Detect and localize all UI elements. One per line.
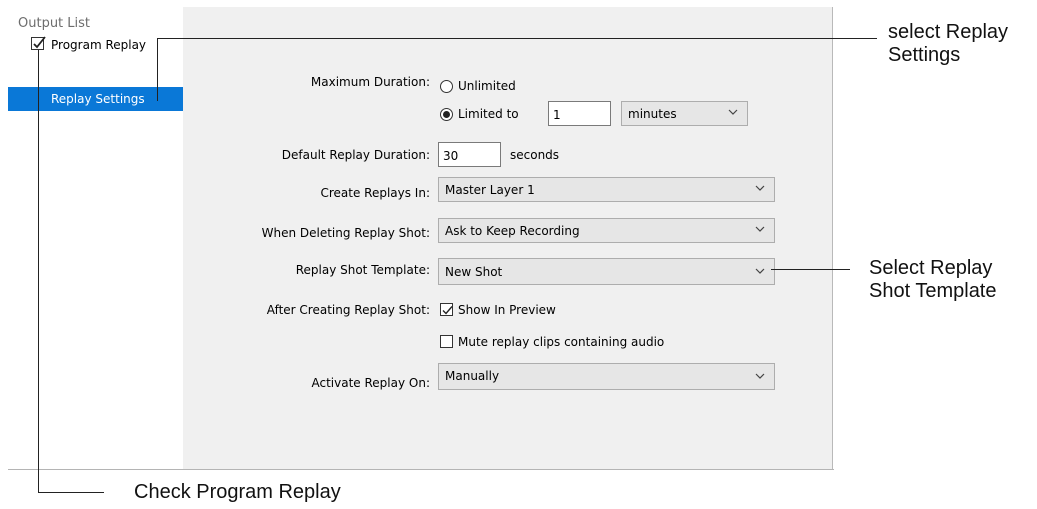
mute-replay-label[interactable]: Mute replay clips containing audio [458, 335, 664, 349]
check-icon [33, 36, 46, 49]
show-in-preview-checkbox[interactable] [440, 303, 453, 316]
default-duration-input[interactable]: 30 [438, 142, 501, 167]
callout-select-shot-template: Select Replay Shot Template [869, 257, 997, 302]
limited-value-input[interactable]: 1 [548, 101, 611, 126]
output-list-title: Output List [18, 16, 91, 31]
when-deleting-value: Ask to Keep Recording [445, 224, 580, 238]
seconds-label: seconds [510, 148, 560, 162]
show-in-preview-label[interactable]: Show In Preview [458, 303, 556, 317]
callout-line [771, 269, 850, 270]
program-replay-checkbox[interactable] [31, 36, 46, 50]
unlimited-radio[interactable] [440, 80, 453, 93]
default-duration-value: 30 [443, 149, 459, 163]
duration-unit-value: minutes [628, 107, 677, 121]
create-replays-in-value: Master Layer 1 [445, 183, 535, 197]
activate-replay-label: Activate Replay On: [311, 376, 431, 390]
default-duration-label: Default Replay Duration: [281, 148, 430, 162]
when-deleting-select[interactable]: Ask to Keep Recording [438, 218, 775, 243]
chevron-down-icon [755, 373, 765, 379]
radio-selected-dot [443, 111, 450, 118]
chevron-down-icon [755, 226, 765, 232]
create-replays-in-label: Create Replays In: [320, 186, 430, 200]
chevron-down-icon [755, 185, 765, 191]
shot-template-label: Replay Shot Template: [295, 263, 430, 277]
chevron-down-icon [755, 268, 765, 274]
activate-replay-value: Manually [445, 369, 500, 383]
program-replay-label[interactable]: Program Replay [51, 38, 146, 52]
sidebar-item-label: Replay Settings [51, 92, 145, 106]
check-icon [442, 306, 453, 315]
chevron-down-icon [728, 109, 738, 115]
callout-check-program-replay: Check Program Replay [134, 481, 341, 503]
panel-bottom-border [8, 469, 834, 470]
shot-template-select[interactable]: New Shot [438, 258, 775, 285]
callout-line [38, 492, 104, 493]
limited-value: 1 [553, 108, 561, 122]
after-creating-label: After Creating Replay Shot: [266, 303, 430, 317]
callout-line [38, 50, 39, 492]
callout-line [157, 38, 877, 39]
duration-unit-select[interactable]: minutes [621, 101, 748, 126]
max-duration-label: Maximum Duration: [310, 75, 430, 89]
limited-to-radio[interactable] [440, 108, 453, 121]
create-replays-in-select[interactable]: Master Layer 1 [438, 177, 775, 202]
callout-select-replay-settings: select Replay Settings [888, 21, 1009, 66]
callout-line [157, 38, 158, 101]
limited-to-label[interactable]: Limited to [458, 107, 519, 121]
when-deleting-label: When Deleting Replay Shot: [261, 226, 430, 240]
mute-replay-checkbox[interactable] [440, 335, 453, 348]
shot-template-value: New Shot [445, 265, 503, 279]
unlimited-label[interactable]: Unlimited [458, 79, 516, 93]
activate-replay-select[interactable]: Manually [438, 363, 775, 390]
